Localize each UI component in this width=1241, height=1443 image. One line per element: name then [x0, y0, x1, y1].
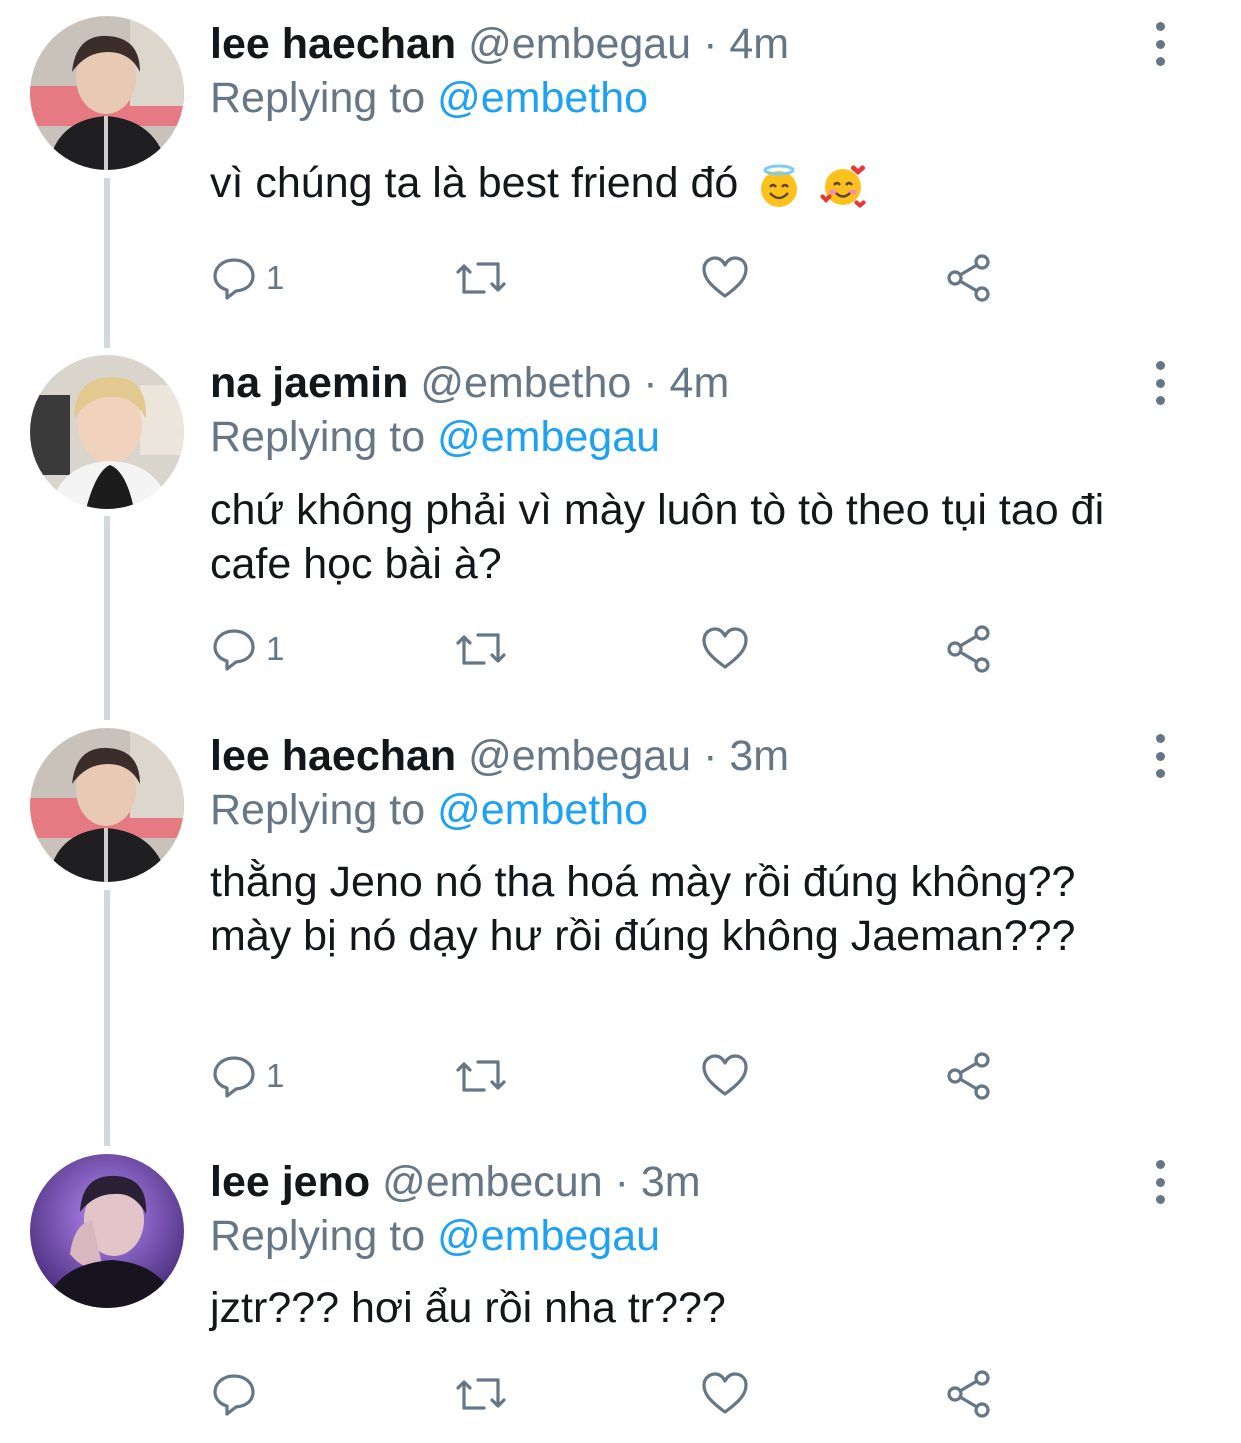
tweet-text: chứ không phải vì mày luôn tò tò theo tụ…: [210, 486, 1105, 588]
tweet-actions: 1: [210, 248, 1010, 308]
replying-to-handle[interactable]: @embegau: [437, 1212, 660, 1260]
tweet-header: lee haechan @embegau · 3m: [210, 728, 789, 784]
reply-button[interactable]: 1: [210, 1046, 284, 1106]
tweet[interactable]: lee haechan @embegau · 3m Replying to @e…: [0, 728, 1241, 1128]
replying-to-label: Replying to: [210, 786, 426, 834]
replying-to-handle[interactable]: @embegau: [437, 413, 660, 461]
user-handle[interactable]: @embegau: [468, 732, 691, 780]
heart-icon: [702, 256, 748, 298]
share-icon: [947, 1052, 990, 1100]
comment-bubble-icon: [213, 258, 255, 300]
reply-count: 1: [266, 1057, 285, 1094]
display-name[interactable]: lee jeno: [210, 1158, 370, 1206]
more-vertical-icon[interactable]: [1144, 361, 1176, 405]
timestamp[interactable]: 4m: [729, 20, 789, 68]
reply-button[interactable]: 1: [210, 248, 284, 308]
user-handle[interactable]: @embegau: [468, 20, 691, 68]
separator-dot: ·: [703, 20, 718, 68]
replying-to: Replying to @embegau: [210, 1208, 660, 1264]
share-icon: [947, 1370, 990, 1418]
replying-to: Replying to @embetho: [210, 70, 648, 126]
avatar[interactable]: [30, 16, 184, 170]
user-handle[interactable]: @embetho: [420, 359, 631, 407]
like-button[interactable]: [700, 619, 750, 679]
tweet-text: vì chúng ta là best friend đó: [210, 156, 1170, 210]
separator-dot: ·: [643, 359, 658, 407]
retweet-button[interactable]: [452, 248, 510, 308]
reply-button[interactable]: [210, 1364, 258, 1424]
replying-to: Replying to @embetho: [210, 782, 648, 838]
replying-to-handle[interactable]: @embetho: [437, 786, 648, 834]
reply-button[interactable]: 1: [210, 619, 284, 679]
replying-to-label: Replying to: [210, 1212, 426, 1260]
comment-bubble-icon: [213, 1374, 255, 1416]
user-handle[interactable]: @embecun: [382, 1158, 603, 1206]
like-button[interactable]: [700, 1364, 750, 1424]
share-button[interactable]: [944, 248, 994, 308]
replying-to-label: Replying to: [210, 413, 426, 461]
retweet-button[interactable]: [452, 1364, 510, 1424]
separator-dot: ·: [703, 732, 718, 780]
avatar[interactable]: [30, 355, 184, 509]
smiling-face-with-halo-icon: [761, 164, 798, 207]
like-button[interactable]: [700, 248, 750, 308]
share-button[interactable]: [944, 619, 994, 679]
tweet-header: lee jeno @embecun · 3m: [210, 1154, 701, 1210]
replying-to-handle[interactable]: @embetho: [437, 74, 648, 122]
tweet-header: lee haechan @embegau · 4m: [210, 16, 789, 72]
tweet-header: na jaemin @embetho · 4m: [210, 355, 729, 411]
heart-icon: [702, 1054, 748, 1096]
timestamp[interactable]: 3m: [641, 1158, 701, 1206]
tweet-actions: 1: [210, 619, 1010, 679]
retweet-icon: [456, 633, 506, 665]
heart-icon: [702, 627, 748, 669]
retweet-icon: [456, 1060, 506, 1092]
share-button[interactable]: [944, 1364, 994, 1424]
tweet-text: thằng Jeno nó tha hoá mày rồi đúng không…: [210, 858, 1076, 960]
retweet-icon: [456, 1378, 506, 1410]
separator-dot: ·: [614, 1158, 629, 1206]
share-button[interactable]: [944, 1046, 994, 1106]
tweet-actions: 1: [210, 1046, 1010, 1106]
avatar[interactable]: [30, 728, 184, 882]
tweet[interactable]: lee haechan @embegau · 4m Replying to @e…: [0, 16, 1241, 336]
tweet-text-content: vì chúng ta là best friend đó: [210, 159, 739, 207]
replying-to: Replying to @embegau: [210, 409, 660, 465]
like-button[interactable]: [700, 1046, 750, 1106]
more-vertical-icon[interactable]: [1144, 1160, 1176, 1204]
timestamp[interactable]: 4m: [670, 359, 730, 407]
smiling-face-with-hearts-icon: [820, 165, 866, 208]
timestamp[interactable]: 3m: [729, 732, 789, 780]
comment-bubble-icon: [213, 1056, 255, 1098]
tweet[interactable]: lee jeno @embecun · 3m Replying to @embe…: [0, 1154, 1241, 1443]
share-icon: [947, 625, 990, 673]
tweet-actions: [210, 1364, 1010, 1424]
tweet-text: jztr??? hơi ẩu rồi nha tr???: [210, 1284, 726, 1332]
reply-count: 1: [266, 630, 285, 667]
share-icon: [947, 254, 990, 302]
more-vertical-icon[interactable]: [1144, 22, 1176, 66]
more-vertical-icon[interactable]: [1144, 734, 1176, 778]
display-name[interactable]: lee haechan: [210, 20, 456, 68]
avatar[interactable]: [30, 1154, 184, 1308]
retweet-icon: [456, 262, 506, 294]
retweet-button[interactable]: [452, 1046, 510, 1106]
tweet[interactable]: na jaemin @embetho · 4m Replying to @emb…: [0, 355, 1241, 695]
reply-count: 1: [266, 259, 285, 296]
display-name[interactable]: na jaemin: [210, 359, 408, 407]
comment-bubble-icon: [213, 629, 255, 671]
retweet-button[interactable]: [452, 619, 510, 679]
heart-icon: [702, 1372, 748, 1414]
display-name[interactable]: lee haechan: [210, 732, 456, 780]
replying-to-label: Replying to: [210, 74, 426, 122]
